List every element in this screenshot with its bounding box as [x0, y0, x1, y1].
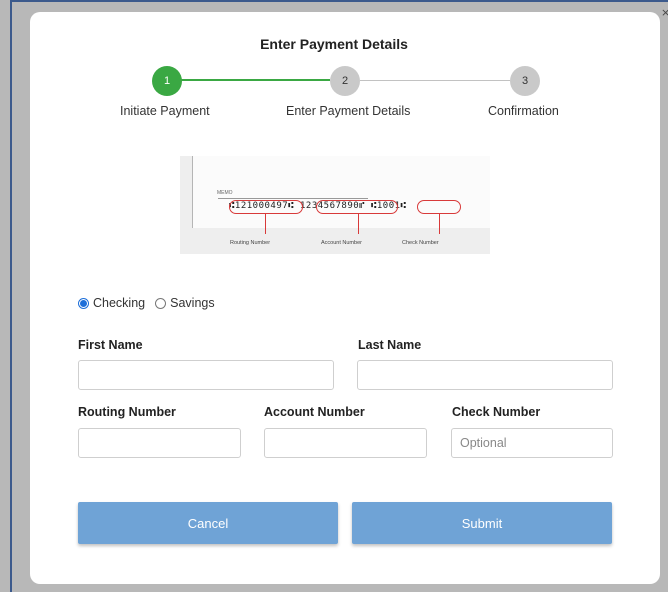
close-icon[interactable]: × — [661, 6, 668, 19]
routing-pointer — [265, 214, 266, 234]
check-paper: MEMO ⑆121000497⑆ 1234567890⑈ ⑆1001⑆ — [192, 156, 490, 234]
step-1-label: Initiate Payment — [120, 104, 210, 118]
step-3-label: Confirmation — [488, 104, 559, 118]
step-2-label: Enter Payment Details — [286, 104, 411, 118]
step-1-circle: 1 — [152, 66, 182, 96]
account-number-label: Account Number — [264, 405, 365, 419]
cancel-button[interactable]: Cancel — [78, 502, 338, 544]
check-account-caption: Account Number — [321, 240, 362, 246]
routing-number-label: Routing Number — [78, 405, 176, 419]
step-connector-2 — [360, 80, 510, 81]
routing-highlight — [229, 200, 303, 214]
check-number-label: Check Number — [452, 405, 541, 419]
last-name-label: Last Name — [358, 338, 422, 352]
window-frame-left — [10, 0, 12, 592]
step-connector-1 — [180, 79, 330, 81]
submit-button[interactable]: Submit — [352, 502, 612, 544]
account-number-input[interactable] — [264, 428, 427, 458]
savings-radio-label[interactable]: Savings — [170, 296, 214, 310]
stepper-title: Enter Payment Details — [260, 36, 408, 52]
check-number-input[interactable] — [451, 428, 613, 458]
check-number-highlight — [417, 200, 461, 214]
check-memo-line — [218, 198, 368, 199]
last-name-input[interactable] — [357, 360, 613, 390]
routing-number-input[interactable] — [78, 428, 241, 458]
savings-radio[interactable] — [155, 297, 167, 309]
check-number-pointer — [439, 214, 440, 234]
account-highlight — [316, 200, 398, 214]
checking-radio-label[interactable]: Checking — [93, 296, 145, 310]
checking-radio[interactable] — [78, 297, 89, 309]
check-diagram-image: MEMO ⑆121000497⑆ 1234567890⑈ ⑆1001⑆ Rout… — [180, 156, 490, 254]
window-frame-top — [10, 0, 668, 2]
check-number-caption: Check Number — [402, 240, 439, 246]
first-name-label: First Name — [78, 338, 143, 352]
check-memo-label: MEMO — [217, 190, 233, 196]
account-type-group: Checking Savings — [78, 296, 225, 310]
step-3-circle: 3 — [510, 66, 540, 96]
check-routing-caption: Routing Number — [230, 240, 271, 246]
account-pointer — [358, 214, 359, 234]
first-name-input[interactable] — [78, 360, 334, 390]
step-2-circle: 2 — [330, 66, 360, 96]
